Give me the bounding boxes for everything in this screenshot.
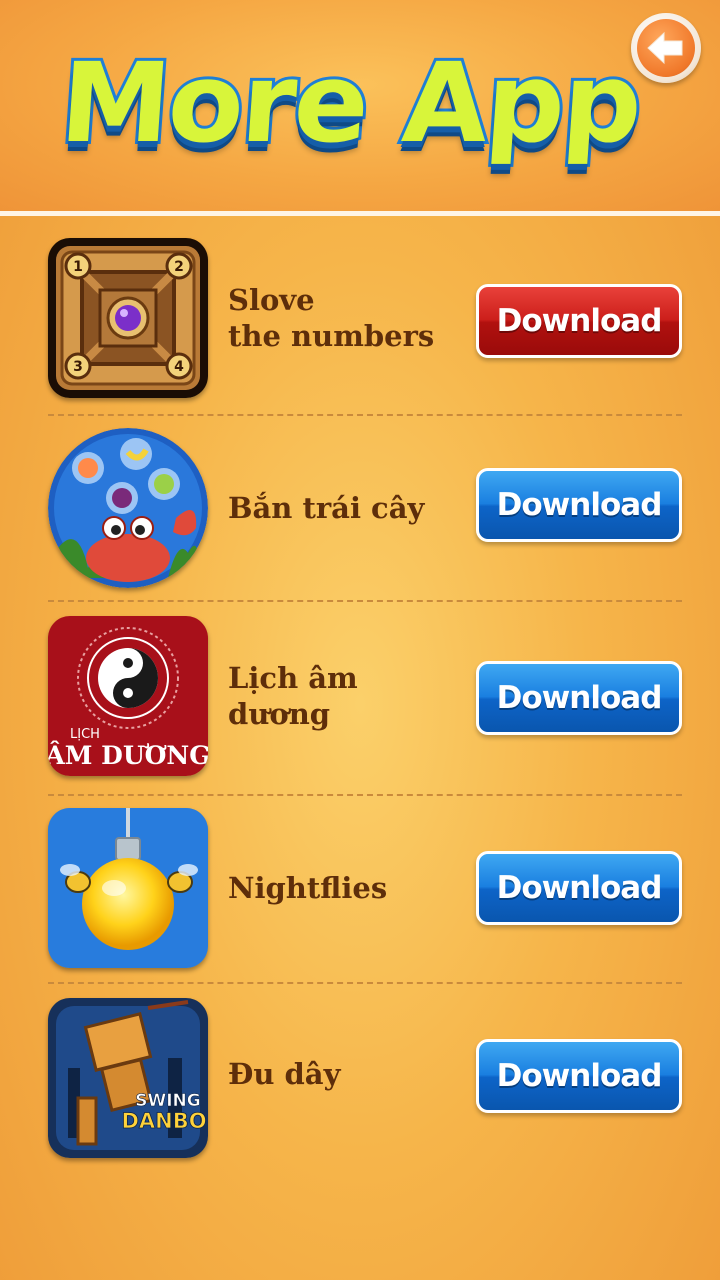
row-divider <box>48 414 682 416</box>
download-button[interactable]: Download <box>476 851 682 925</box>
back-button[interactable] <box>631 13 701 83</box>
svg-text:3: 3 <box>73 359 83 375</box>
icon-label-top: SWING <box>135 1091 201 1111</box>
icon-label-bottom: DANBO <box>121 1109 206 1133</box>
download-button[interactable]: Download <box>476 661 682 735</box>
icon-label-top: LỊCH <box>70 727 100 742</box>
app-row-lich-am-duong: LỊCH ÂM DƯƠNG Lịch âm dương Download <box>0 616 720 806</box>
download-button[interactable]: Download <box>476 1039 682 1113</box>
title-container: More App <box>53 18 647 188</box>
app-name: Nightflies <box>228 871 388 905</box>
swing-danbo-icon[interactable]: SWING DANBO <box>48 998 208 1158</box>
app-name: Slove the numbers <box>228 283 435 353</box>
app-name: Lịch âm dương <box>228 661 358 731</box>
row-divider <box>48 982 682 984</box>
download-button[interactable]: Download <box>476 284 682 358</box>
svg-text:2: 2 <box>174 259 184 275</box>
header-divider <box>0 211 720 216</box>
app-name: Đu dây <box>228 1057 341 1091</box>
page-title: More App <box>53 36 647 170</box>
icon-label-bottom: ÂM DƯƠNG <box>48 741 208 770</box>
fruit-crab-icon[interactable] <box>48 428 208 588</box>
app-row-du-day: SWING DANBO Đu dây Download <box>0 998 720 1188</box>
puzzle-board-icon[interactable]: 1 2 3 4 <box>48 238 208 398</box>
app-row-ban-trai-cay: Bắn trái cây Download <box>0 428 720 618</box>
yin-yang-calendar-icon[interactable]: LỊCH ÂM DƯƠNG <box>48 616 208 776</box>
row-divider <box>48 600 682 602</box>
svg-text:4: 4 <box>174 359 184 375</box>
app-row-slove-the-numbers: 1 2 3 4 Slove the numbers Download <box>0 238 720 428</box>
download-button[interactable]: Download <box>476 468 682 542</box>
app-name: Bắn trái cây <box>228 491 425 525</box>
svg-text:1: 1 <box>73 259 83 275</box>
app-row-nightflies: Nightflies Download <box>0 808 720 998</box>
row-divider <box>48 794 682 796</box>
lightbulb-fireflies-icon[interactable] <box>48 808 208 968</box>
back-arrow-icon <box>637 19 695 77</box>
